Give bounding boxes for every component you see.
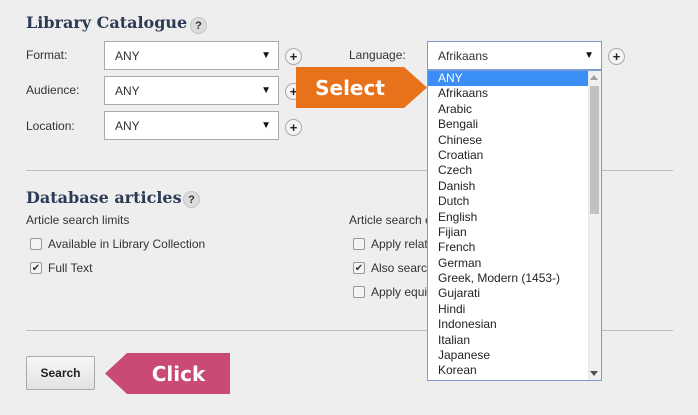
full-text-label: Full Text bbox=[48, 261, 93, 275]
language-option[interactable]: Greek, Modern (1453-) bbox=[428, 271, 588, 286]
language-option[interactable]: Dutch bbox=[428, 194, 588, 209]
language-option[interactable]: Bengali bbox=[428, 117, 588, 132]
library-help-icon[interactable]: ? bbox=[190, 17, 207, 34]
scrollbar-thumb[interactable] bbox=[590, 86, 599, 214]
also-search-label: Also search bbox=[371, 261, 434, 275]
language-option[interactable]: Japanese bbox=[428, 348, 588, 363]
format-select-value: ANY bbox=[115, 48, 140, 63]
location-label: Location: bbox=[26, 119, 75, 133]
article-search-limits-label: Article search limits bbox=[26, 213, 130, 227]
audience-label: Audience: bbox=[26, 83, 80, 97]
language-option[interactable]: French bbox=[428, 240, 588, 255]
location-select-value: ANY bbox=[115, 118, 140, 133]
scroll-down-icon[interactable] bbox=[590, 371, 598, 376]
library-catalogue-title: Library Catalogue bbox=[26, 13, 188, 32]
full-text-checkbox-row[interactable]: ✔ Full Text bbox=[30, 261, 92, 275]
click-callout-text: Click bbox=[151, 361, 206, 386]
format-add-button[interactable]: + bbox=[285, 48, 302, 65]
select-callout-text: Select bbox=[315, 75, 385, 100]
apply-related-checkbox[interactable] bbox=[353, 238, 365, 250]
full-text-checkbox[interactable]: ✔ bbox=[30, 262, 42, 274]
available-in-library-checkbox-row[interactable]: Available in Library Collection bbox=[30, 237, 205, 251]
format-label: Format: bbox=[26, 48, 68, 62]
language-option[interactable]: Danish bbox=[428, 179, 588, 194]
chevron-down-icon: ▼ bbox=[584, 50, 594, 61]
language-dropdown-list[interactable]: ANY Afrikaans Arabic Bengali Chinese Croatian… bbox=[427, 70, 602, 381]
apply-related-checkbox-row[interactable]: Apply relate bbox=[353, 237, 434, 251]
chevron-down-icon: ▼ bbox=[261, 85, 271, 96]
apply-related-label: Apply relate bbox=[371, 237, 435, 251]
language-add-button[interactable]: + bbox=[608, 48, 625, 65]
language-option[interactable]: Gujarati bbox=[428, 286, 588, 301]
chevron-down-icon: ▼ bbox=[261, 120, 271, 131]
also-search-checkbox-row[interactable]: ✔ Also search bbox=[353, 261, 434, 275]
apply-equivalent-checkbox-row[interactable]: Apply equiv bbox=[353, 285, 433, 299]
search-button[interactable]: Search bbox=[26, 356, 95, 390]
apply-equivalent-label: Apply equiv bbox=[371, 285, 434, 299]
article-search-options-label: Article search e bbox=[349, 213, 432, 227]
database-articles-title: Database articles bbox=[26, 188, 182, 207]
language-option[interactable]: Korean bbox=[428, 363, 588, 378]
language-option[interactable]: Chinese bbox=[428, 133, 588, 148]
location-add-button[interactable]: + bbox=[285, 119, 302, 136]
format-select[interactable]: ANY ▼ bbox=[104, 41, 279, 70]
language-select[interactable]: Afrikaans ▼ bbox=[427, 41, 602, 70]
apply-equivalent-checkbox[interactable] bbox=[353, 286, 365, 298]
language-option[interactable]: Italian bbox=[428, 333, 588, 348]
language-option[interactable]: ANY bbox=[428, 71, 588, 87]
language-option[interactable]: Afrikaans bbox=[428, 86, 588, 101]
language-option[interactable]: Czech bbox=[428, 163, 588, 178]
language-option[interactable]: Hindi bbox=[428, 302, 588, 317]
available-in-library-label: Available in Library Collection bbox=[48, 237, 206, 251]
language-label: Language: bbox=[349, 48, 406, 62]
language-option[interactable]: Arabic bbox=[428, 102, 588, 117]
location-select[interactable]: ANY ▼ bbox=[104, 111, 279, 140]
language-option[interactable]: Fijian bbox=[428, 225, 588, 240]
language-option[interactable]: German bbox=[428, 256, 588, 271]
also-search-checkbox[interactable]: ✔ bbox=[353, 262, 365, 274]
dropdown-scrollbar[interactable] bbox=[588, 71, 601, 380]
available-in-library-checkbox[interactable] bbox=[30, 238, 42, 250]
database-help-icon[interactable]: ? bbox=[183, 191, 200, 208]
chevron-down-icon: ▼ bbox=[261, 50, 271, 61]
scroll-up-icon[interactable] bbox=[590, 75, 598, 80]
audience-select[interactable]: ANY ▼ bbox=[104, 76, 279, 105]
audience-select-value: ANY bbox=[115, 83, 140, 98]
language-option[interactable]: Croatian bbox=[428, 148, 588, 163]
language-option[interactable]: English bbox=[428, 210, 588, 225]
language-select-value: Afrikaans bbox=[438, 48, 489, 63]
language-option[interactable]: Indonesian bbox=[428, 317, 588, 332]
